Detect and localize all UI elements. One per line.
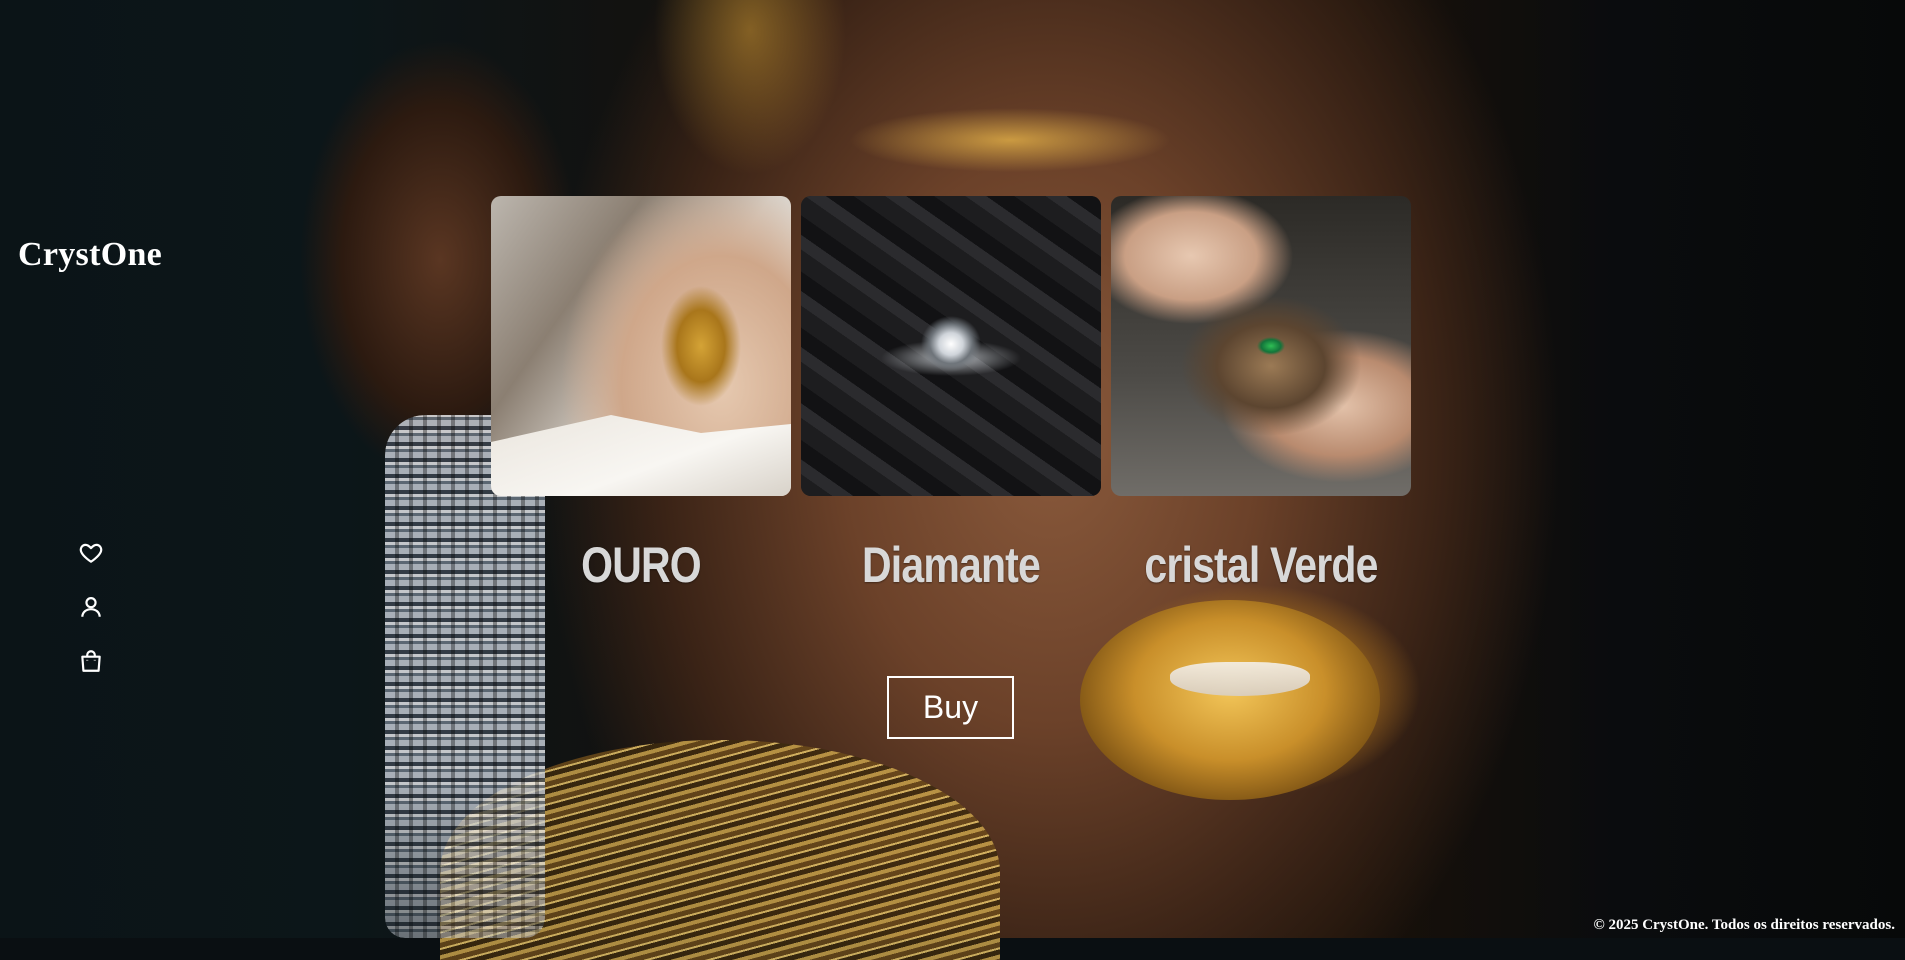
heart-icon[interactable] <box>78 540 104 566</box>
user-icon[interactable] <box>78 594 104 620</box>
collection-card-diamante[interactable] <box>801 196 1101 496</box>
collection-card-cristal-verde[interactable] <box>1111 196 1411 496</box>
collection-labels: OURO Diamante cristal Verde <box>491 535 1411 595</box>
collection-label[interactable]: Diamante <box>828 535 1074 595</box>
collection-card-ouro[interactable] <box>491 196 791 496</box>
collection-label[interactable]: cristal Verde <box>1138 535 1384 595</box>
footer-copyright: © 2025 CrystOne. Todos os direitos reser… <box>1593 917 1895 933</box>
sidebar-icon-nav <box>78 540 104 674</box>
shopping-bag-icon[interactable] <box>78 648 104 674</box>
brand-logo[interactable]: CrystOne <box>18 236 162 274</box>
collection-label[interactable]: OURO <box>518 535 764 595</box>
collection-cards <box>491 196 1411 496</box>
diamond-ring-photo <box>801 196 1101 496</box>
green-crystal-setting-photo <box>1111 196 1411 496</box>
buy-button[interactable]: Buy <box>887 676 1014 739</box>
gold-lips-decoration <box>1080 600 1380 800</box>
teeth-decoration <box>1170 662 1310 696</box>
